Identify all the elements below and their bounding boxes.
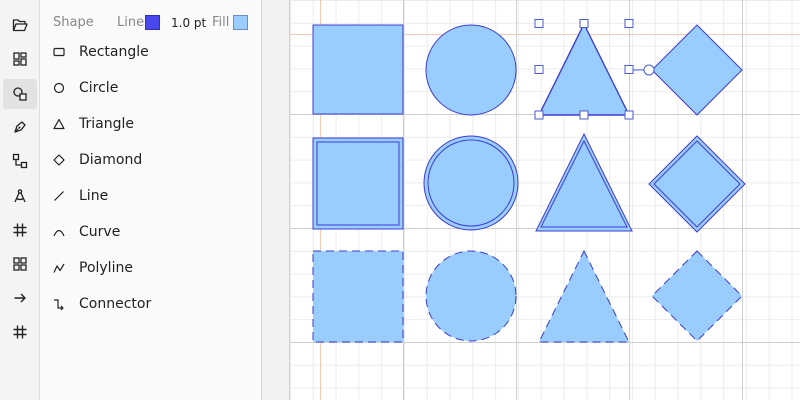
line-label: Line — [117, 15, 145, 30]
grid-button[interactable] — [3, 215, 37, 245]
fill-label: Fill — [212, 15, 230, 30]
shape-triangle-dashed[interactable] — [538, 249, 630, 343]
shape-item-connector[interactable]: Connector — [53, 291, 253, 317]
shape-item-label: Triangle — [79, 116, 134, 132]
shape-item-label: Line — [79, 188, 109, 204]
polyline-icon — [53, 263, 65, 273]
compass-button[interactable] — [3, 181, 37, 211]
panel-divider[interactable] — [262, 0, 290, 400]
shape-circle-double[interactable] — [423, 135, 519, 231]
shape-triangle-double[interactable] — [535, 132, 633, 232]
shape-item-diamond[interactable]: Diamond — [53, 147, 253, 173]
open-folder-button[interactable] — [3, 10, 37, 40]
layout-button[interactable] — [3, 249, 37, 279]
connect-shapes-icon — [12, 153, 28, 169]
line-icon — [54, 191, 64, 201]
arrow-right-icon — [14, 293, 26, 303]
grid-button-2[interactable] — [3, 317, 37, 347]
drawing-canvas[interactable] — [290, 0, 800, 400]
shape-item-polyline[interactable]: Polyline — [53, 255, 253, 281]
triangle-icon — [53, 118, 65, 130]
diamond-icon — [53, 154, 65, 166]
shapes-icon — [13, 87, 27, 101]
grid-hash-icon — [13, 223, 27, 237]
pen-icon — [14, 121, 26, 133]
row-dashed — [312, 249, 743, 343]
shape-diamond-double[interactable] — [648, 135, 746, 233]
curve-icon — [53, 229, 65, 237]
row-double — [312, 132, 746, 233]
fill-color-swatch[interactable] — [233, 15, 248, 30]
dashboard-icon — [13, 52, 27, 66]
dashboard-button[interactable] — [3, 44, 37, 74]
canvas-drawing — [290, 0, 800, 400]
shape-item-label: Circle — [79, 80, 119, 96]
shape-rectangle-dashed[interactable] — [312, 250, 404, 343]
circle-icon — [53, 82, 65, 94]
connector-icon — [54, 299, 64, 310]
shape-item-label: Polyline — [79, 260, 133, 276]
compass-icon — [14, 189, 26, 203]
shape-diamond-dashed[interactable] — [651, 250, 743, 342]
arrow-button[interactable] — [3, 283, 37, 313]
shape-diamond-solid[interactable] — [651, 24, 743, 116]
shape-item-circle[interactable]: Circle — [53, 75, 253, 101]
shape-panel-header: Shape Line 1.0 pt Fill — [40, 0, 262, 44]
shape-item-line[interactable]: Line — [53, 183, 253, 209]
shape-rectangle-double[interactable] — [312, 137, 404, 230]
pen-button[interactable] — [3, 112, 37, 142]
shape-item-rectangle[interactable]: Rectangle — [53, 39, 253, 65]
shape-item-label: Connector — [79, 296, 152, 312]
shape-panel-title: Shape — [53, 15, 94, 30]
shape-item-triangle[interactable]: Triangle — [53, 111, 253, 137]
shape-item-label: Curve — [79, 224, 121, 240]
shape-circle-solid[interactable] — [425, 24, 517, 116]
shape-circle-dashed[interactable] — [425, 250, 517, 342]
shape-rectangle-solid[interactable] — [312, 24, 404, 115]
shape-triangle-selected[interactable] — [537, 22, 631, 116]
shape-item-label: Rectangle — [79, 44, 149, 60]
line-color-swatch[interactable] — [145, 15, 160, 30]
shape-panel: Shape Line 1.0 pt Fill Rectangle Circle … — [40, 0, 262, 400]
shapes-button[interactable] — [3, 79, 37, 109]
layout-icon — [13, 257, 27, 271]
rectangle-icon — [53, 47, 65, 57]
shape-item-curve[interactable]: Curve — [53, 219, 253, 245]
grid-hash-icon — [13, 325, 27, 339]
toolbar — [0, 0, 40, 400]
shape-item-label: Diamond — [79, 152, 143, 168]
connect-shapes-button[interactable] — [3, 146, 37, 176]
line-width-value[interactable]: 1.0 pt — [171, 16, 206, 30]
open-folder-icon — [12, 19, 28, 32]
